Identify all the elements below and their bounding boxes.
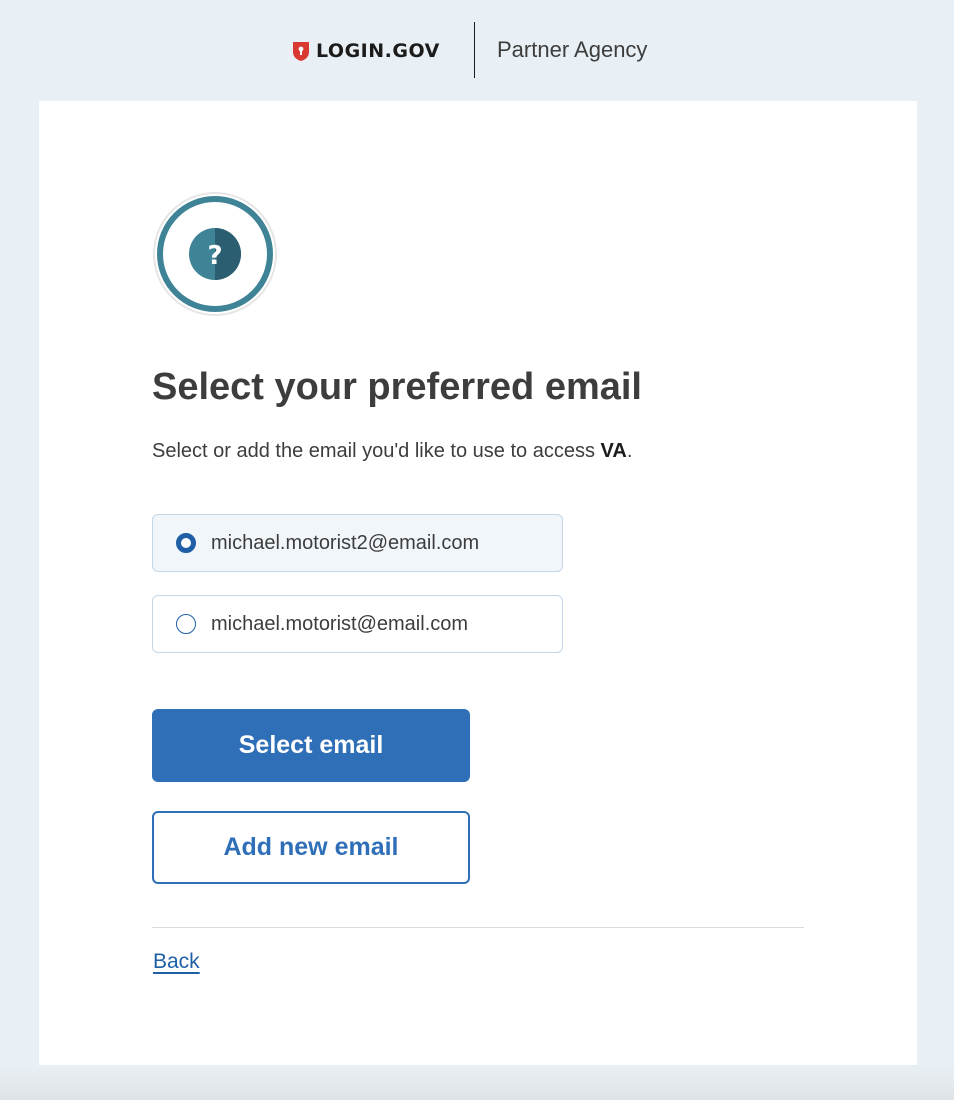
email-option-label: michael.motorist@email.com: [211, 612, 469, 635]
intro-suffix: .: [626, 440, 633, 462]
intro-prefix: Select or add the email you'd like to us…: [152, 440, 601, 462]
divider: [152, 927, 804, 928]
back-link[interactable]: Back: [153, 950, 200, 974]
radio-unselected-icon[interactable]: [176, 614, 196, 634]
select-email-button[interactable]: Select email: [152, 709, 470, 782]
brand-label: LOGIN.GOV: [316, 40, 440, 62]
page-title: Select your preferred email: [152, 366, 642, 408]
page: LOGIN.GOV Partner Agency ? Select your p…: [0, 0, 954, 1100]
question-glyph: ?: [207, 241, 222, 271]
intro-agency: VA: [600, 440, 627, 462]
header-divider: [474, 22, 475, 78]
site-header: LOGIN.GOV Partner Agency: [0, 0, 954, 100]
email-option-2[interactable]: michael.motorist@email.com: [152, 595, 563, 653]
radio-selected-icon[interactable]: [176, 533, 196, 553]
add-new-email-button[interactable]: Add new email: [152, 811, 470, 884]
email-option-label: michael.motorist2@email.com: [211, 531, 480, 554]
email-option-1[interactable]: michael.motorist2@email.com: [152, 514, 563, 572]
partner-agency-label: Partner Agency: [497, 37, 648, 62]
intro-text: Select or add the email you'd like to us…: [152, 440, 632, 463]
shield-lock-icon: [293, 41, 309, 61]
footer-band: [0, 1065, 954, 1100]
login-gov-logo[interactable]: LOGIN.GOV: [292, 38, 440, 64]
question-status-icon: ?: [153, 192, 277, 316]
